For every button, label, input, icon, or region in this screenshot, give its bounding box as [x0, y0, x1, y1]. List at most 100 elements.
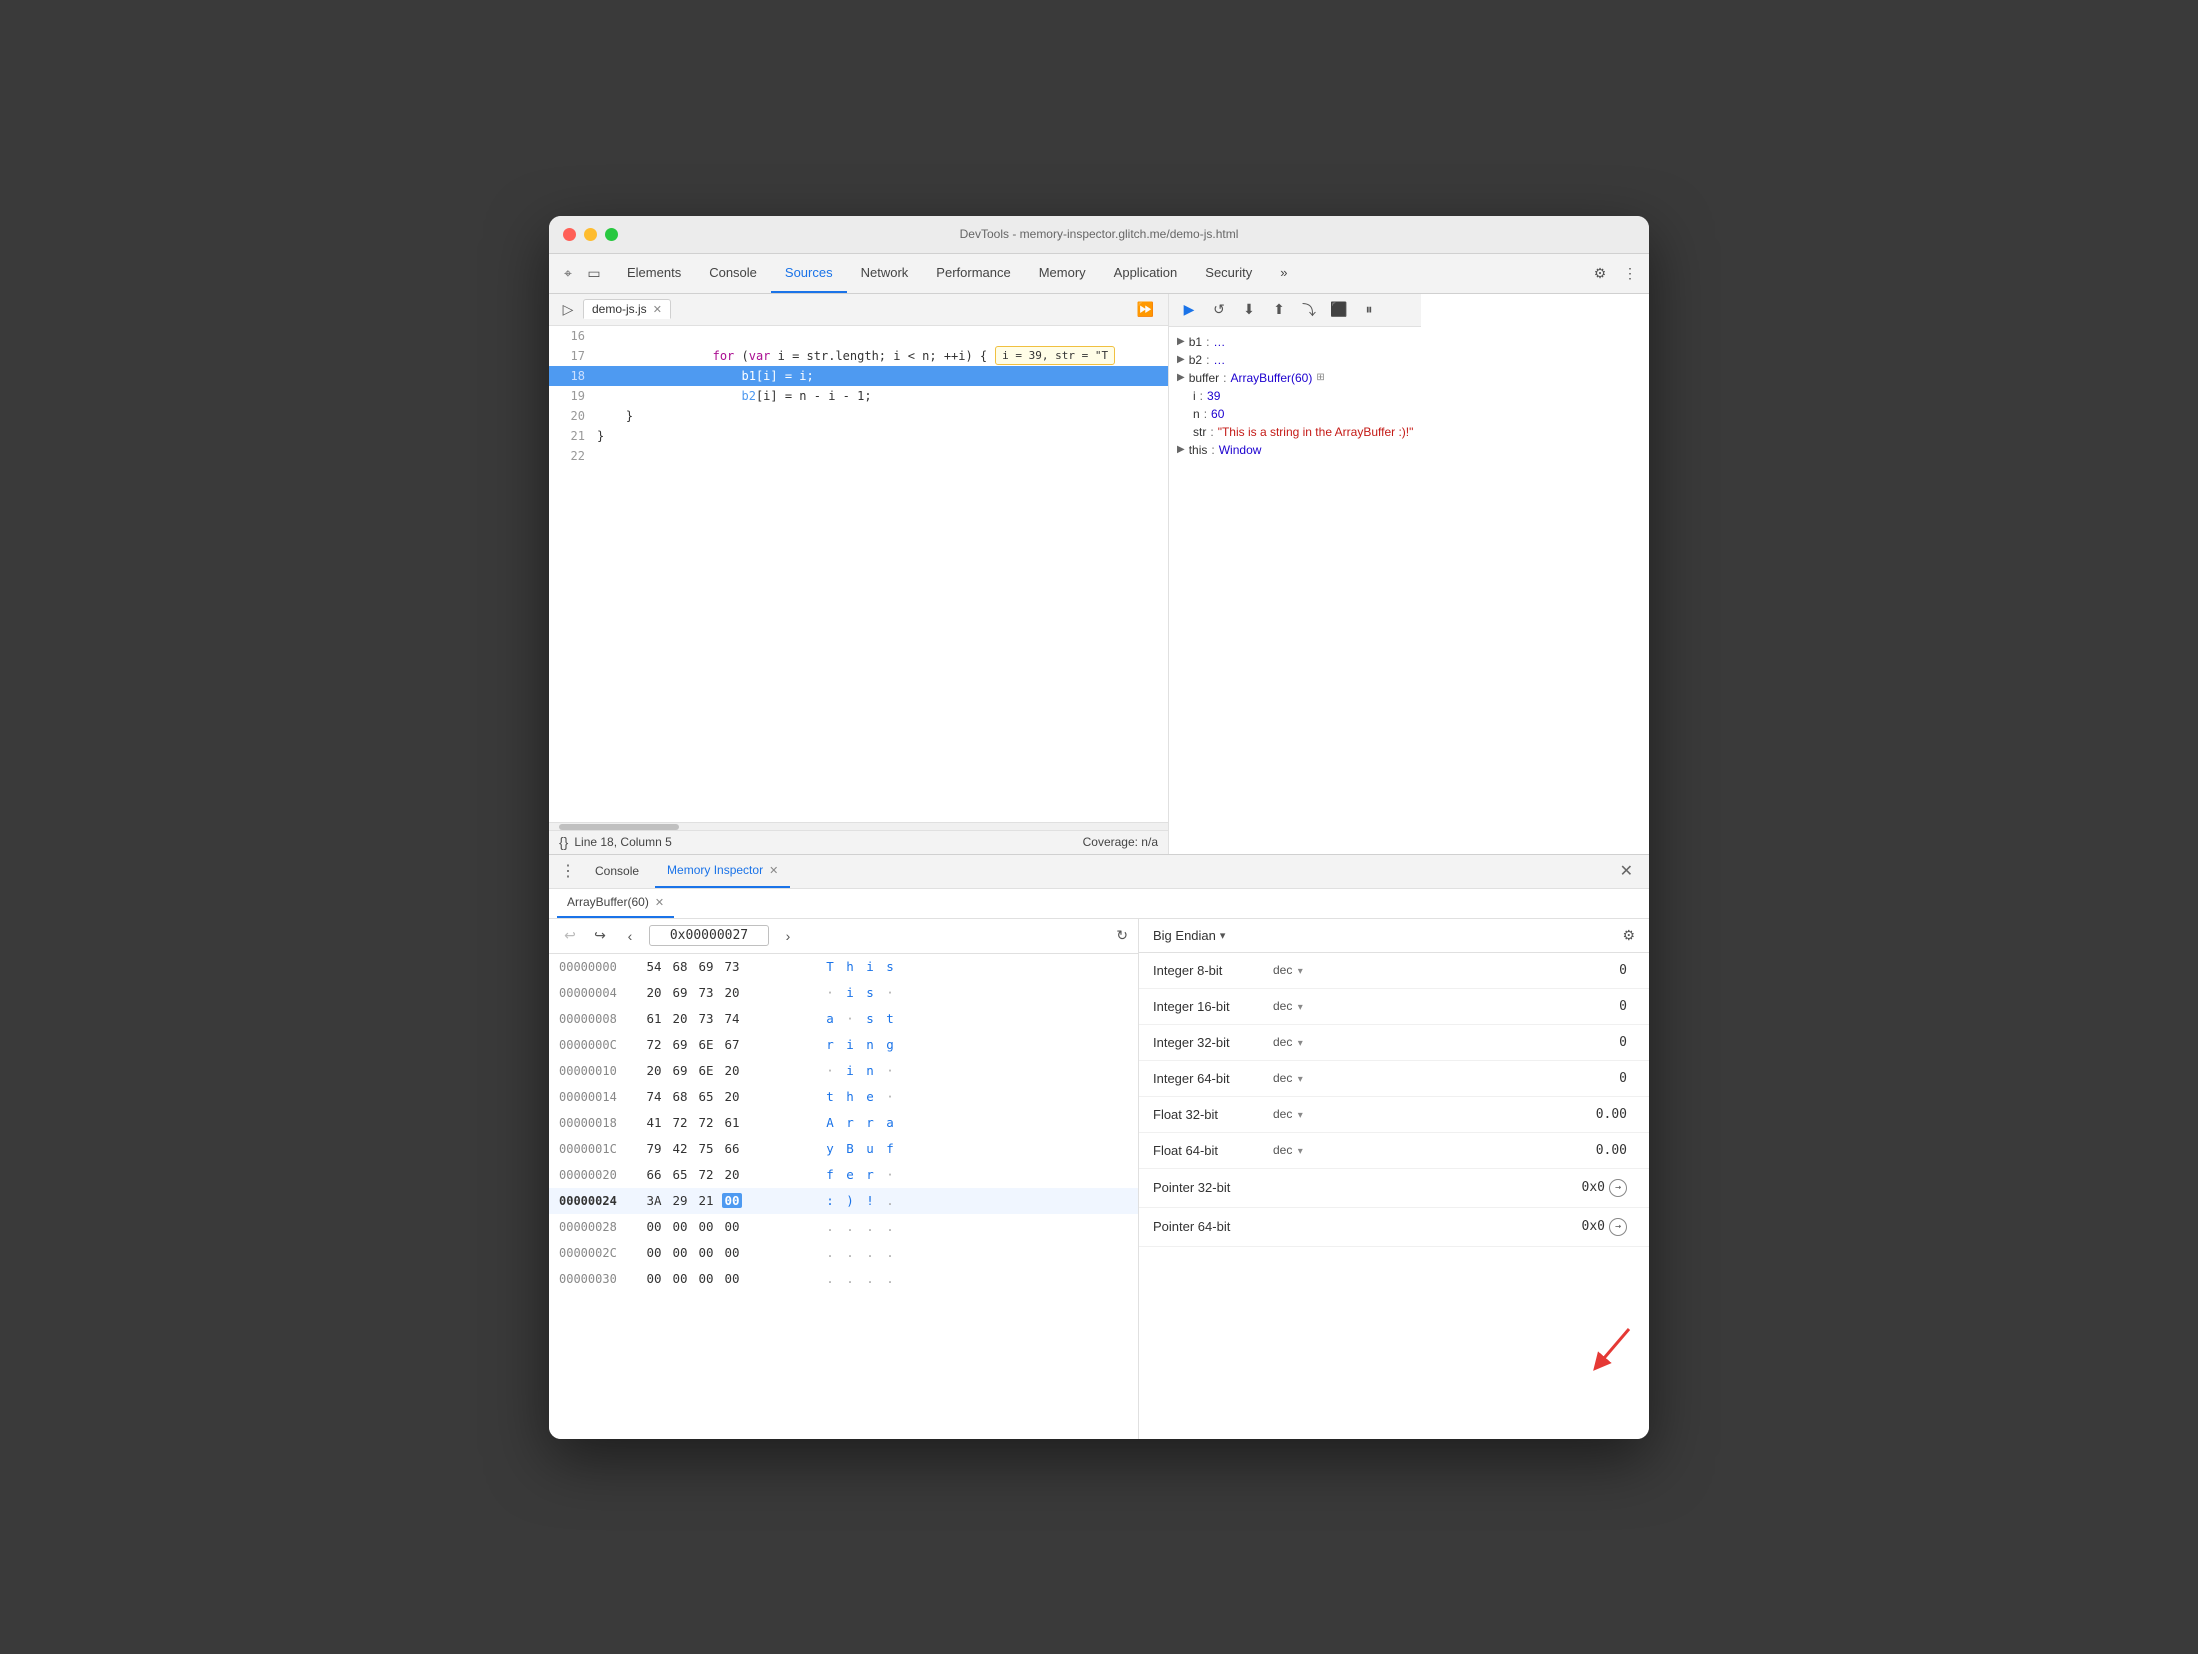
- debug-tooltip: i = 39, str = "T: [995, 346, 1115, 365]
- window-title: DevTools - memory-inspector.glitch.me/de…: [960, 227, 1239, 241]
- devtools-window: DevTools - memory-inspector.glitch.me/de…: [549, 216, 1649, 1439]
- hex-bytes: 72 69 6E 67: [644, 1037, 814, 1052]
- array-buffer-tab[interactable]: ArrayBuffer(60) ✕: [557, 889, 674, 918]
- value-panel-settings-icon[interactable]: ⚙: [1622, 927, 1635, 944]
- hex-content: 00000000 54 68 69 73 T h i s: [549, 954, 1138, 1439]
- array-buffer-close[interactable]: ✕: [655, 896, 664, 909]
- hex-ascii: A r r a: [824, 1115, 896, 1130]
- ptr32-label: Pointer 32-bit: [1153, 1180, 1263, 1195]
- value-panel-header: Big Endian ▾ ⚙: [1139, 919, 1649, 953]
- main-tab-list: Elements Console Sources Network Perform…: [613, 254, 1589, 293]
- play-icon[interactable]: ▷: [557, 298, 579, 320]
- hex-address: 00000028: [559, 1220, 644, 1234]
- tab-sources[interactable]: Sources: [771, 254, 847, 293]
- endian-label: Big Endian: [1153, 928, 1216, 943]
- mobile-icon[interactable]: ▭: [583, 262, 605, 284]
- editor-status-bar: {} Line 18, Column 5 Coverage: n/a: [549, 830, 1168, 854]
- nav-prev-icon[interactable]: ‹: [619, 925, 641, 947]
- ptr32-navigate-icon[interactable]: →: [1609, 1179, 1627, 1197]
- vp-row-int32: Integer 32-bit dec ▾ 0: [1139, 1025, 1649, 1061]
- nav-next-icon[interactable]: ›: [777, 925, 799, 947]
- step-into-button[interactable]: ⬇: [1237, 298, 1261, 322]
- hex-bytes: 20 69 73 20: [644, 985, 814, 1000]
- tab-security[interactable]: Security: [1191, 254, 1266, 293]
- hex-ascii: t h e ·: [824, 1089, 896, 1104]
- expand-arrow[interactable]: ▶: [1177, 336, 1185, 347]
- refresh-icon[interactable]: ↻: [1116, 927, 1128, 944]
- tab-application[interactable]: Application: [1100, 254, 1192, 293]
- status-left: {} Line 18, Column 5: [559, 834, 672, 850]
- inspect-buffer-icon[interactable]: ⊞: [1316, 372, 1324, 383]
- hex-toolbar: ↩ ↪ ‹ › ↻: [549, 919, 1138, 954]
- step-over-button[interactable]: ↺: [1207, 298, 1231, 322]
- vp-row-int64: Integer 64-bit dec ▾ 0: [1139, 1061, 1649, 1097]
- scrollbar-thumb[interactable]: [559, 824, 679, 830]
- tab-performance[interactable]: Performance: [922, 254, 1024, 293]
- hex-bytes: 00 00 00 00: [644, 1219, 814, 1234]
- pause-button[interactable]: ⏸: [1357, 298, 1381, 322]
- file-forward-icon[interactable]: ⏩: [1131, 299, 1160, 320]
- history-back-icon[interactable]: ↩: [559, 925, 581, 947]
- code-line-19: 19 b2[i] = n - i - 1;: [549, 386, 1168, 406]
- step-button[interactable]: ⤵: [1297, 298, 1321, 322]
- file-tab-close[interactable]: ✕: [653, 303, 662, 316]
- endian-dropdown-icon: ▾: [1220, 929, 1226, 942]
- hex-ascii: : ) ! .: [824, 1193, 896, 1208]
- hex-ascii: T h i s: [824, 959, 896, 974]
- main-content-area: ▷ demo-js.js ✕ ⏩ 16 17 for (var i = str.…: [549, 294, 1649, 854]
- resume-button[interactable]: ▶: [1177, 298, 1201, 322]
- expand-arrow[interactable]: ▶: [1177, 354, 1185, 365]
- endian-selector[interactable]: Big Endian ▾: [1153, 928, 1225, 943]
- more-options-icon[interactable]: ⋮: [1619, 262, 1641, 284]
- minimize-button[interactable]: [584, 228, 597, 241]
- ptr64-value: 0x0 →: [1582, 1218, 1635, 1236]
- maximize-button[interactable]: [605, 228, 618, 241]
- close-panel-icon[interactable]: ✕: [1612, 861, 1641, 881]
- hex-row-28: 00000028 00 00 00 00 . . . .: [549, 1214, 1138, 1240]
- history-forward-icon[interactable]: ↪: [589, 925, 611, 947]
- tab-more[interactable]: »: [1266, 254, 1301, 293]
- deactivate-button[interactable]: ⬛: [1327, 298, 1351, 322]
- tab-console[interactable]: Console: [695, 254, 771, 293]
- tab-console-bottom[interactable]: Console: [583, 855, 651, 888]
- vp-row-int16: Integer 16-bit dec ▾ 0: [1139, 989, 1649, 1025]
- memory-inspector-close[interactable]: ✕: [769, 864, 778, 877]
- devtools-nav-left: ⌖ ▭: [557, 262, 605, 284]
- settings-icon[interactable]: ⚙: [1589, 262, 1611, 284]
- debug-toolbar: ▶ ↺ ⬇ ⬆ ⤵ ⬛ ⏸: [1169, 294, 1421, 327]
- expand-arrow[interactable]: ▶: [1177, 372, 1185, 383]
- int64-value: 0: [1619, 1071, 1635, 1086]
- vp-row-float32: Float 32-bit dec ▾ 0.00: [1139, 1097, 1649, 1133]
- file-tab-demo-js[interactable]: demo-js.js ✕: [583, 299, 671, 319]
- close-button[interactable]: [563, 228, 576, 241]
- tab-memory-inspector[interactable]: Memory Inspector ✕: [655, 855, 790, 888]
- int32-label: Integer 32-bit: [1153, 1035, 1263, 1050]
- tab-elements[interactable]: Elements: [613, 254, 695, 293]
- address-input[interactable]: [649, 925, 769, 946]
- hex-bytes: 20 69 6E 20: [644, 1063, 814, 1078]
- hex-address: 00000024: [559, 1194, 644, 1208]
- int64-format: dec ▾: [1273, 1071, 1313, 1085]
- hex-ascii: r i n g: [824, 1037, 896, 1052]
- tab-memory[interactable]: Memory: [1025, 254, 1100, 293]
- int16-value: 0: [1619, 999, 1635, 1014]
- cursor-icon[interactable]: ⌖: [557, 262, 579, 284]
- hex-address: 00000020: [559, 1168, 644, 1182]
- ptr64-navigate-icon[interactable]: →: [1609, 1218, 1627, 1236]
- tab-network[interactable]: Network: [847, 254, 923, 293]
- hex-row-24: 00000024 3A 29 21 00 : ) ! .: [549, 1188, 1138, 1214]
- step-out-button[interactable]: ⬆: [1267, 298, 1291, 322]
- editor-panel: ▷ demo-js.js ✕ ⏩ 16 17 for (var i = str.…: [549, 294, 1169, 854]
- bottom-menu-icon[interactable]: ⋮: [557, 860, 579, 882]
- line-number: 22: [557, 449, 585, 463]
- expand-arrow[interactable]: ▶: [1177, 444, 1185, 455]
- debugger-panel: ▶ ↺ ⬇ ⬆ ⤵ ⬛ ⏸ ▶ b1 : … ▶ b2 :: [1169, 294, 1421, 854]
- var-buffer: ▶ buffer : ArrayBuffer(60) ⊞: [1177, 369, 1413, 387]
- var-this: ▶ this : Window: [1177, 441, 1413, 459]
- hex-address: 00000010: [559, 1064, 644, 1078]
- hex-row-0: 00000000 54 68 69 73 T h i s: [549, 954, 1138, 980]
- hex-bytes: 00 00 00 00: [644, 1245, 814, 1260]
- hex-ascii: · i s ·: [824, 985, 896, 1000]
- vp-row-ptr64: Pointer 64-bit 0x0 →: [1139, 1208, 1649, 1247]
- horizontal-scrollbar[interactable]: [549, 822, 1168, 830]
